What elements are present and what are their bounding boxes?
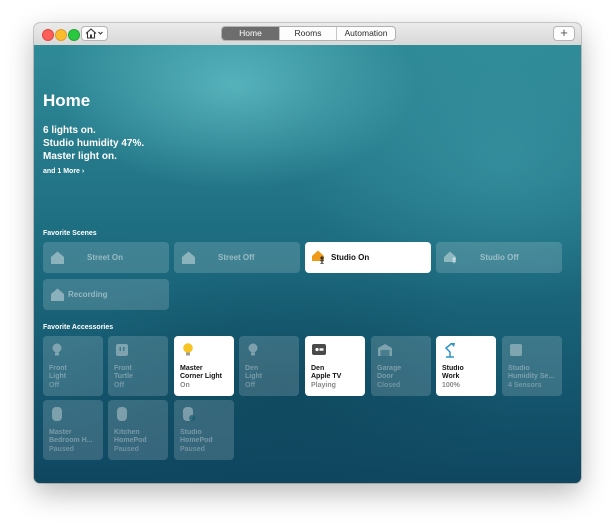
accessory-master-bedroom-homepod[interactable]: Master Bedroom H... Paused bbox=[43, 400, 103, 460]
accessory-name: Studio Humidity Se... bbox=[508, 365, 555, 380]
scene-label: Recording bbox=[68, 290, 108, 299]
bulb-icon bbox=[183, 343, 193, 356]
scene-recording[interactable]: Recording bbox=[43, 279, 169, 310]
homepod-icon bbox=[117, 407, 127, 421]
accessory-status: Paused bbox=[114, 446, 139, 453]
chevron-down-icon bbox=[98, 31, 103, 35]
scene-street-on[interactable]: Street On bbox=[43, 242, 169, 273]
house-person-icon bbox=[444, 251, 456, 264]
scene-studio-on[interactable]: Studio On bbox=[305, 242, 431, 273]
page-title: Home bbox=[43, 91, 91, 110]
status-summary-humidity: Studio humidity 47%. bbox=[43, 138, 145, 149]
scene-label: Studio On bbox=[331, 253, 370, 262]
house-person-icon bbox=[312, 250, 324, 264]
accessory-kitchen-homepod[interactable]: Kitchen HomePod Paused bbox=[108, 400, 168, 460]
scene-street-off[interactable]: Street Off bbox=[174, 242, 300, 273]
house-icon bbox=[85, 28, 103, 39]
appletv-icon bbox=[312, 344, 326, 355]
home-app-window: Home Rooms Automation + Home 6 lights on… bbox=[34, 23, 581, 483]
sensor-icon bbox=[510, 344, 522, 356]
scene-label: Street Off bbox=[218, 253, 255, 262]
accessory-status: Off bbox=[245, 382, 256, 389]
scene-label: Street On bbox=[87, 253, 124, 262]
accessory-name: Studio HomePod bbox=[180, 429, 213, 444]
accessory-name: Den Apple TV bbox=[311, 365, 342, 380]
homepod-icon bbox=[183, 407, 195, 421]
accessory-den-apple-tv[interactable]: Den Apple TV Playing bbox=[305, 336, 365, 396]
minimize-window-button[interactable] bbox=[55, 29, 67, 41]
tab-home[interactable]: Home bbox=[222, 27, 280, 40]
accessory-name: Kitchen HomePod bbox=[114, 429, 147, 444]
accessory-name: Front Turtle bbox=[114, 365, 133, 380]
accessory-name: Master Bedroom H... bbox=[49, 429, 93, 444]
accessory-status: Playing bbox=[311, 382, 336, 389]
home-switcher-button[interactable] bbox=[81, 26, 108, 41]
zoom-window-button[interactable] bbox=[68, 29, 80, 41]
outlet-icon bbox=[116, 344, 128, 356]
accessory-name: Studio Work bbox=[442, 365, 464, 380]
bulb-icon bbox=[52, 343, 62, 356]
accessory-name: Garage Door bbox=[377, 365, 402, 380]
accessory-status: Paused bbox=[180, 446, 205, 453]
homepod-icon bbox=[52, 407, 62, 421]
house-icon bbox=[182, 251, 195, 264]
garage-icon bbox=[378, 344, 392, 356]
home-dashboard: Home 6 lights on. Studio humidity 47%. M… bbox=[34, 45, 581, 483]
favorite-accessories-heading: Favorite Accessories bbox=[43, 324, 114, 331]
accessory-studio-humidity-sensor[interactable]: Studio Humidity Se... 4 Sensors bbox=[502, 336, 562, 396]
accessory-status: Paused bbox=[49, 446, 74, 453]
bulb-icon bbox=[248, 343, 258, 356]
house-icon bbox=[51, 288, 64, 301]
scene-studio-off[interactable]: Studio Off bbox=[436, 242, 562, 273]
tab-rooms[interactable]: Rooms bbox=[280, 27, 337, 40]
accessory-status: On bbox=[180, 382, 190, 389]
accessory-studio-work[interactable]: Studio Work 100% bbox=[436, 336, 496, 396]
accessory-status: Off bbox=[49, 382, 60, 389]
desk-lamp-icon bbox=[444, 343, 455, 358]
accessory-name: Front Light bbox=[49, 365, 67, 380]
accessory-front-light[interactable]: Front Light Off bbox=[43, 336, 103, 396]
accessory-status: 100% bbox=[442, 382, 460, 389]
accessory-status: 4 Sensors bbox=[508, 382, 542, 389]
accessory-status: Off bbox=[114, 382, 125, 389]
accessory-name: Den Light bbox=[245, 365, 263, 380]
scene-label: Studio Off bbox=[480, 253, 519, 262]
house-icon bbox=[51, 251, 64, 264]
view-tabs: Home Rooms Automation bbox=[221, 26, 396, 41]
title-bar: Home Rooms Automation + bbox=[34, 23, 581, 46]
close-window-button[interactable] bbox=[42, 29, 54, 41]
tab-automation[interactable]: Automation bbox=[337, 27, 395, 40]
accessory-garage-door[interactable]: Garage Door Closed bbox=[371, 336, 431, 396]
status-summary-lights: 6 lights on. bbox=[43, 125, 96, 136]
accessory-studio-homepod[interactable]: Studio HomePod Paused bbox=[174, 400, 234, 460]
status-summary-master: Master light on. bbox=[43, 151, 117, 162]
favorite-scenes-heading: Favorite Scenes bbox=[43, 230, 97, 237]
accessory-front-turtle[interactable]: Front Turtle Off bbox=[108, 336, 168, 396]
accessory-status: Closed bbox=[377, 382, 401, 389]
add-button[interactable]: + bbox=[553, 26, 575, 41]
accessory-name: Master Corner Light bbox=[180, 365, 222, 380]
accessory-den-light[interactable]: Den Light Off bbox=[239, 336, 299, 396]
more-status-link[interactable]: and 1 More › bbox=[43, 168, 84, 175]
accessory-master-corner-light[interactable]: Master Corner Light On bbox=[174, 336, 234, 396]
